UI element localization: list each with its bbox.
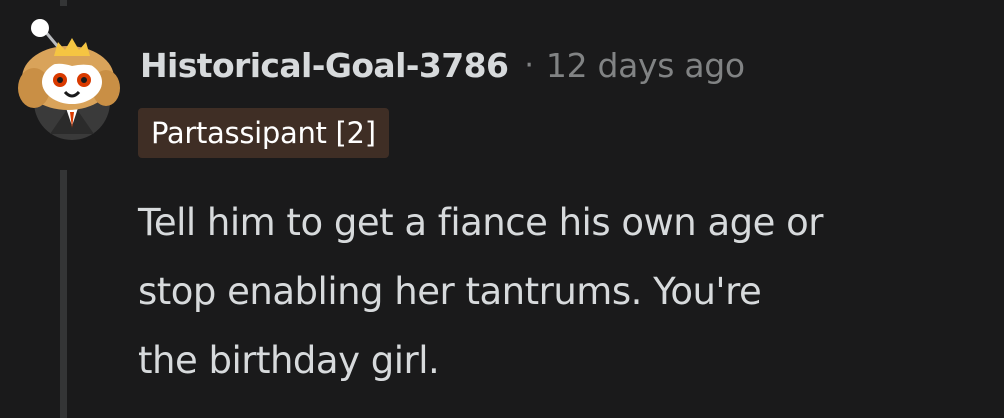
username-link[interactable]: Historical-Goal-3786 [140,46,509,85]
user-avatar[interactable] [10,16,128,146]
comment-header: Historical-Goal-3786 · 12 days ago [140,40,745,90]
thread-line-top[interactable] [60,0,67,6]
timestamp[interactable]: 12 days ago [546,46,745,85]
comment-body-line: stop enabling her tantrums. You're [138,270,762,313]
separator-dot: · [524,47,534,83]
comment-body-line: the birthday girl. [138,339,440,382]
snoo-avatar-icon [18,19,120,140]
comment: Historical-Goal-3786 · 12 days ago Parta… [0,0,1004,418]
thread-line[interactable] [60,170,67,418]
user-flair: Partassipant [2] [138,108,389,158]
comment-body-line: Tell him to get a fiance his own age or [138,201,824,244]
comment-body: Tell him to get a fiance his own age or … [138,188,998,395]
